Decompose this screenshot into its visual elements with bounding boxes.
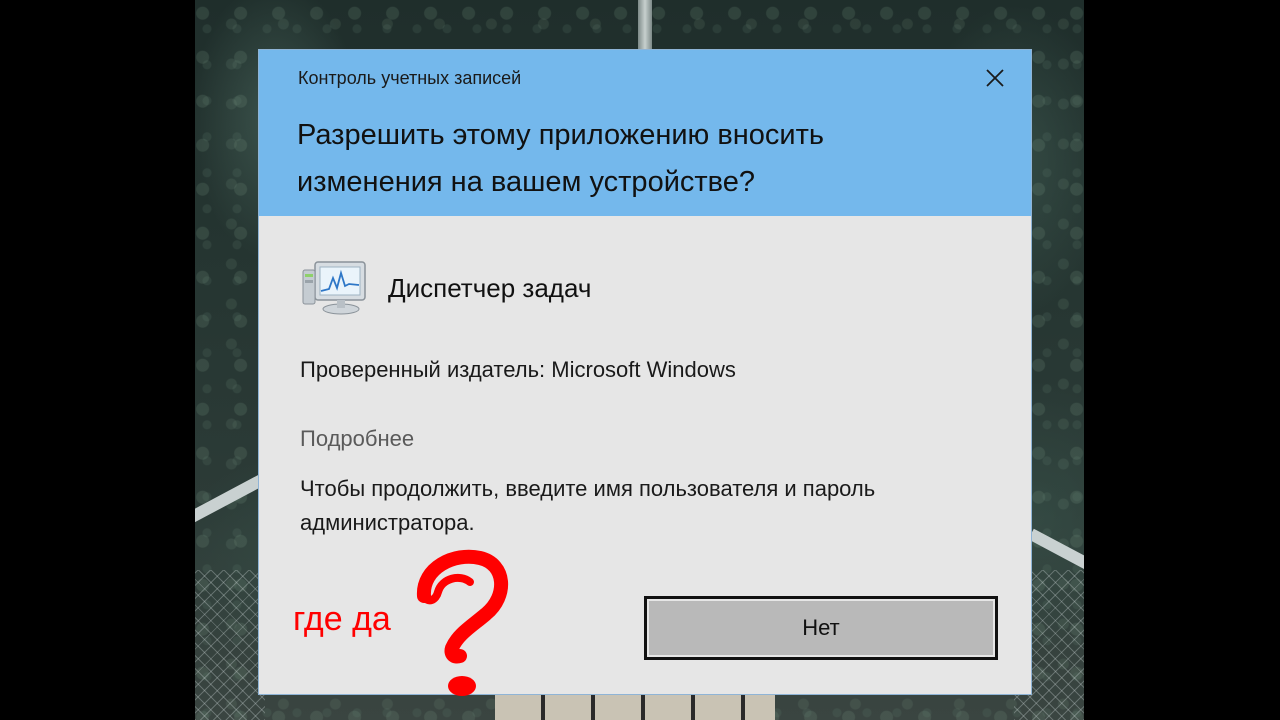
bridge-net-left: [195, 570, 265, 720]
more-details-link[interactable]: Подробнее: [300, 426, 414, 452]
task-manager-icon: [301, 258, 371, 318]
uac-dialog: Контроль учетных записей Разрешить этому…: [258, 49, 1032, 695]
bridge-pole: [638, 0, 652, 50]
no-button[interactable]: Нет: [644, 596, 998, 660]
instruction-text: Чтобы продолжить, введите имя пользовате…: [300, 476, 876, 535]
dialog-question: Разрешить этому приложению вносить измен…: [297, 119, 824, 198]
app-name: Диспетчер задач: [388, 272, 592, 303]
dialog-caption: Контроль учетных записей: [298, 68, 522, 88]
dialog-header: Контроль учетных записей Разрешить этому…: [259, 50, 1031, 216]
close-icon: [986, 69, 1004, 87]
publisher-label: Проверенный издатель: Microsoft Windows: [300, 357, 736, 382]
question-mark-annotation: [417, 549, 508, 696]
app-row: Диспетчер задач: [301, 258, 591, 318]
close-button[interactable]: [979, 64, 1011, 92]
annotation-text: где да: [293, 600, 391, 638]
bridge-planks: [495, 694, 775, 720]
